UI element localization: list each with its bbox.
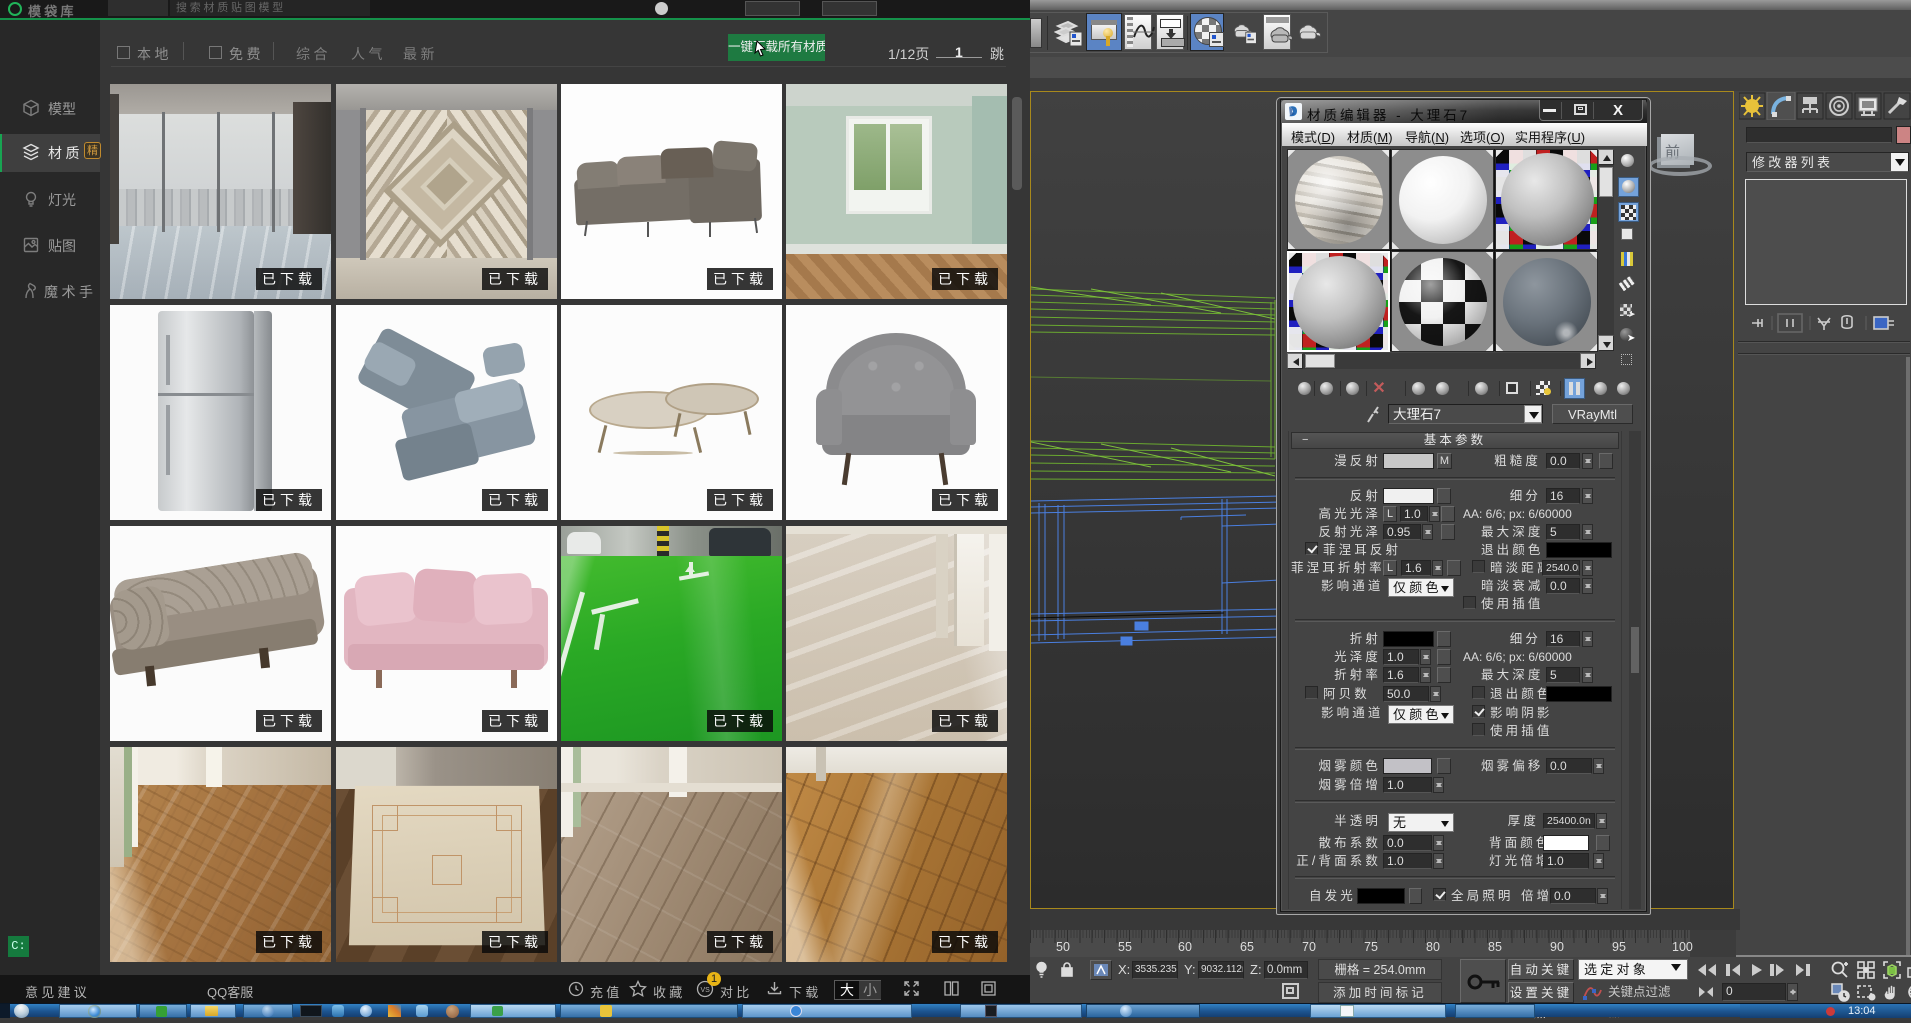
svg-text:VS: VS <box>701 987 711 994</box>
